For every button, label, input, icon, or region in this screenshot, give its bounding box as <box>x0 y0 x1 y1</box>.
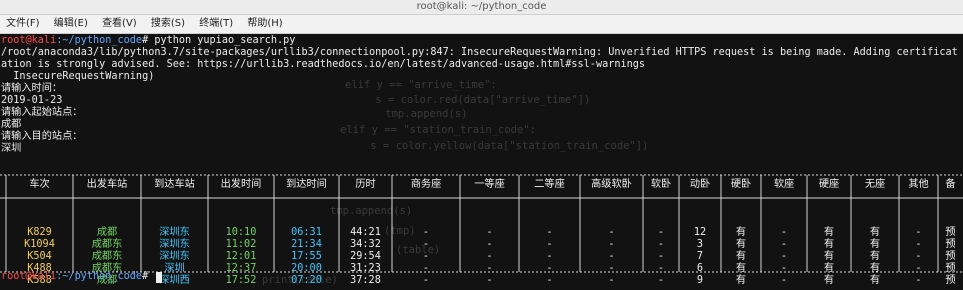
input-value-date: 2019-01-23 <box>1 95 63 106</box>
input-prompt-date: 请输入时间： <box>1 83 63 94</box>
ghost-line: elif y == "station_train_code": <box>340 124 536 136</box>
menu-bar: 文件(F) 编辑(E) 查看(V) 搜索(S) 终端(T) 帮助(H) <box>0 15 963 34</box>
prompt-user-host: root@kali <box>1 271 57 282</box>
terminal-cursor[interactable] <box>156 272 162 283</box>
warning-line: ation is strongly advised. See: https://… <box>1 59 646 70</box>
prompt-path: :~/python_code <box>56 35 143 46</box>
command-text: python yupiao_search.py <box>148 35 296 46</box>
menu-help[interactable]: 帮助(H) <box>247 15 282 33</box>
prompt-symbol: # <box>142 271 149 282</box>
command-line: root@kali:~/python_code# python yupiao_s… <box>1 35 295 47</box>
terminal-area[interactable]: elif y == "arrive_time": s = color.red(d… <box>0 34 963 290</box>
menu-search[interactable]: 搜索(S) <box>151 15 185 33</box>
ticket-table: 车次 出发车站 到达车站 出发时间 到达时间 历时 商务座 一等座 二等座 高级软卧 软卧 动卧 硬卧软… <box>0 165 963 286</box>
menu-terminal[interactable]: 终端(T) <box>199 15 233 33</box>
table-header-cell: 备 <box>945 179 956 190</box>
table-cell: 预 <box>945 227 956 238</box>
prompt-user-host: root@kali <box>1 35 57 46</box>
input-prompt-from: 请输入起始站点： <box>1 107 83 118</box>
ghost-line: elif y == "arrive_time": <box>345 79 497 91</box>
table-cell: 预 <box>945 275 956 286</box>
ghost-line: tmp.append(s) <box>360 108 468 120</box>
menu-edit[interactable]: 编辑(E) <box>54 15 88 33</box>
terminal-window: root@kali: ~/python_code 文件(F) 编辑(E) 查看(… <box>0 0 963 290</box>
final-prompt-line: root@kali:~/python_code# <box>1 271 148 283</box>
table-cell: 预 <box>945 239 956 250</box>
input-value-to: 深圳 <box>1 143 22 154</box>
warning-line: InsecureRequestWarning) <box>1 71 155 82</box>
menu-view[interactable]: 查看(V) <box>102 15 137 33</box>
table-cell: 预 <box>945 251 956 262</box>
ghost-line: s = color.yellow(data["station_train_cod… <box>345 140 649 152</box>
ghost-line: s = color.red(data["arrive_time"]) <box>350 94 591 106</box>
table-cell: 预 <box>945 263 956 274</box>
input-prompt-to: 请输入目的站点： <box>1 131 83 142</box>
menu-file[interactable]: 文件(F) <box>6 15 40 33</box>
prompt-path: :~/python_code <box>56 271 143 282</box>
input-value-from: 成都 <box>1 119 22 130</box>
warning-line: /root/anaconda3/lib/python3.7/site-packa… <box>1 47 958 58</box>
window-title: root@kali: ~/python_code <box>0 0 963 15</box>
